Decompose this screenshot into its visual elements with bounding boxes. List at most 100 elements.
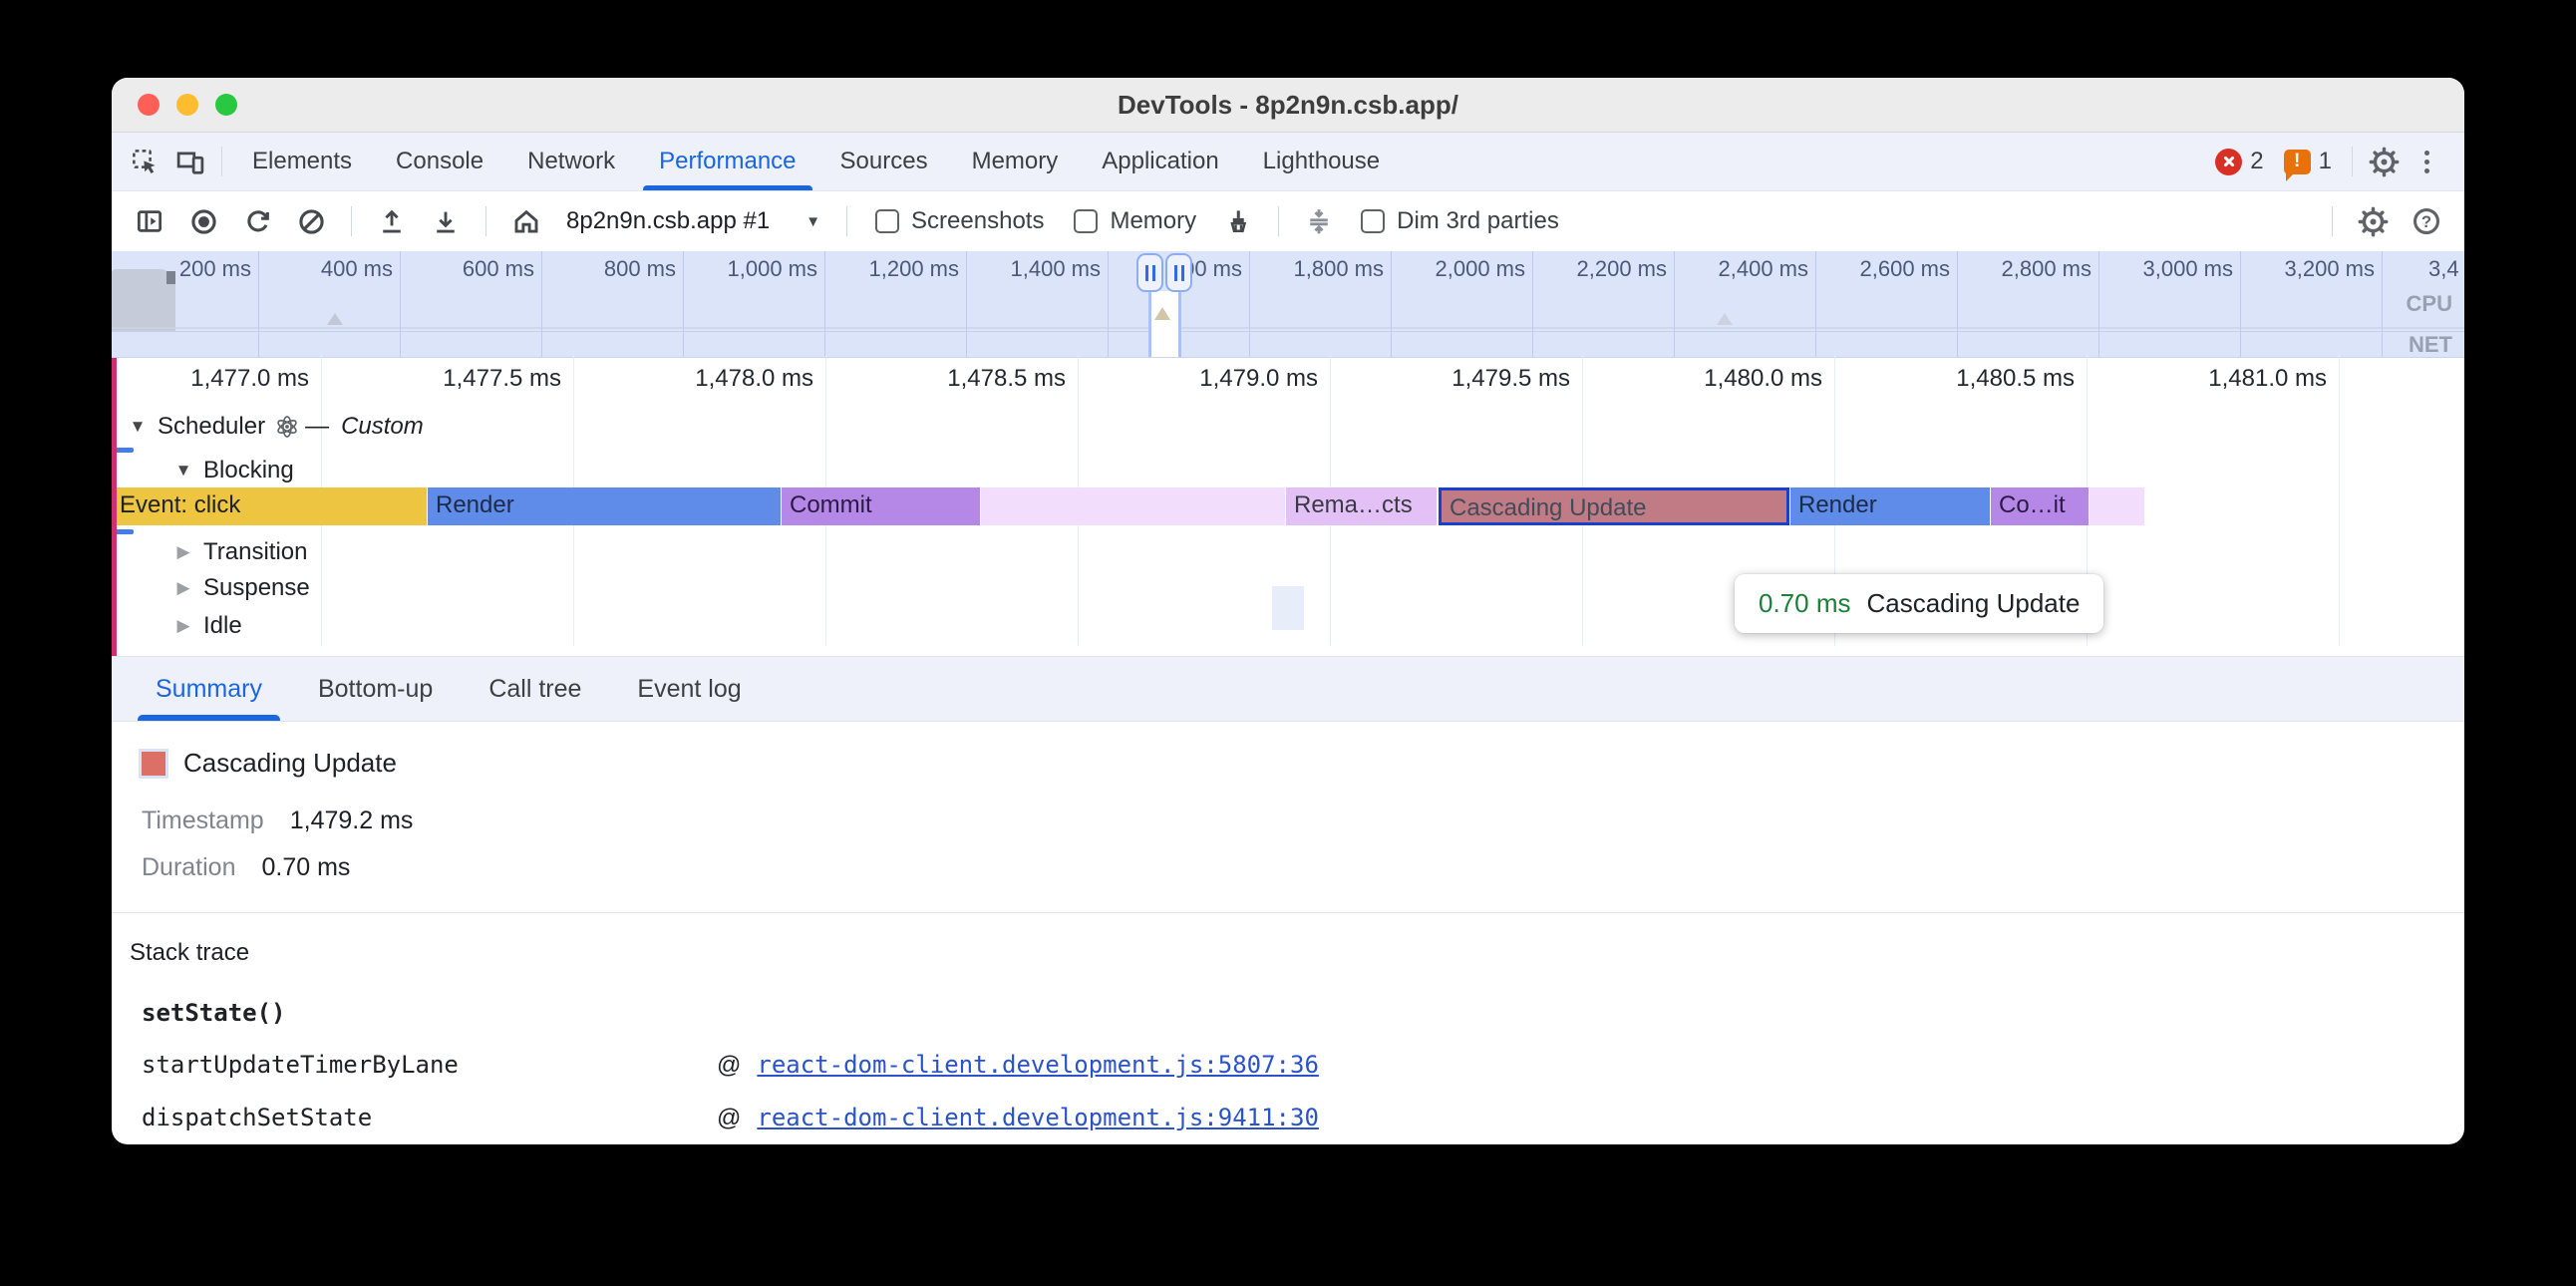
flame-chart[interactable]: ▼ Scheduler — Custom ▼Blocking▶Transitio… <box>112 402 2464 656</box>
frame-source-link[interactable]: react-dom-client.development.js:9411:30 <box>757 1104 1319 1131</box>
memory-label: Memory <box>1110 207 1196 235</box>
custom-track-label: Custom <box>341 413 424 441</box>
tooltip-name: Cascading Update <box>1867 588 2081 619</box>
download-profile-icon[interactable] <box>424 199 468 243</box>
record-icon[interactable] <box>181 199 225 243</box>
flame-bar-untitled[interactable] <box>2090 487 2144 525</box>
clear-icon[interactable] <box>289 199 333 243</box>
detail-ruler: 1,477.0 ms1,477.5 ms1,478.0 ms1,478.5 ms… <box>112 358 2464 402</box>
stack-frame-dispatchsetstate: dispatchSetState@react-dom-client.develo… <box>142 1104 2434 1132</box>
status-badges: 2 ! 1 <box>2215 148 2344 175</box>
track-accent-line <box>112 358 117 656</box>
info-row-timestamp: Timestamp1,479.2 ms <box>142 806 2434 835</box>
info-row-duration: Duration 0.70 ms <box>142 853 2434 882</box>
flame-bar-co-it[interactable]: Co…it <box>1991 487 2089 525</box>
details-tab-bottom-up[interactable]: Bottom-up <box>298 657 453 721</box>
tab-lighthouse[interactable]: Lighthouse <box>1241 133 1402 190</box>
separator-dash: — <box>305 413 329 441</box>
details-tab-call-tree[interactable]: Call tree <box>469 657 601 721</box>
collapse-triangle-icon: ▼ <box>163 461 203 481</box>
frame-function: startUpdateTimerByLane <box>142 1051 717 1079</box>
track-group-blocking[interactable]: ▼Blocking <box>163 454 294 487</box>
history-select[interactable]: 8p2n9n.csb.app #1 ▼ <box>566 207 820 235</box>
maximize-window-button[interactable] <box>215 94 237 116</box>
upload-profile-icon[interactable] <box>370 199 414 243</box>
device-toolbar-icon[interactable] <box>167 139 213 184</box>
track-group-transition[interactable]: ▶Transition <box>163 535 307 569</box>
issue-count: 1 <box>2319 148 2332 175</box>
garbage-collect-brush-icon[interactable] <box>1216 199 1260 243</box>
divider <box>485 206 486 236</box>
close-window-button[interactable] <box>138 94 160 116</box>
track-group-suspense[interactable]: ▶Suspense <box>163 571 310 605</box>
more-options-icon[interactable] <box>2407 142 2446 181</box>
flame-bar-render[interactable]: Render <box>428 487 781 525</box>
panel-tabs: ElementsConsoleNetworkPerformanceSources… <box>230 133 1402 190</box>
screenshots-checkbox[interactable]: Screenshots <box>875 207 1044 235</box>
info-value: 0.70 ms <box>262 853 351 882</box>
checkbox-box <box>1361 209 1385 233</box>
dim-3rd-parties-checkbox[interactable]: Dim 3rd parties <box>1361 207 1559 235</box>
tabbar-spacer <box>1402 133 2215 190</box>
traffic-lights <box>138 78 237 132</box>
screenshots-label: Screenshots <box>911 207 1044 235</box>
track-scheduler-header[interactable]: ▼ Scheduler — Custom <box>118 410 424 444</box>
tab-network[interactable]: Network <box>505 133 637 190</box>
tab-console[interactable]: Console <box>374 133 505 190</box>
memory-checkbox[interactable]: Memory <box>1074 207 1196 235</box>
track-group-label: Suspense <box>203 574 310 602</box>
details-tab-bar: SummaryBottom-upCall treeEvent log <box>112 656 2464 722</box>
faint-highlight-rect <box>1272 586 1304 630</box>
history-select-value: 8p2n9n.csb.app #1 <box>566 207 770 235</box>
timeline-overview[interactable]: 200 ms400 ms600 ms800 ms1,000 ms1,200 ms… <box>112 251 2464 358</box>
details-tab-summary[interactable]: Summary <box>136 657 282 721</box>
capture-settings-gear-icon[interactable] <box>2351 199 2395 243</box>
overview-tick: 1,400 ms <box>967 251 1109 357</box>
details-tab-event-log[interactable]: Event log <box>617 657 761 721</box>
divider <box>2332 206 2333 236</box>
info-label: Duration <box>142 853 236 882</box>
collapse-triangle-icon: ▼ <box>118 417 158 437</box>
flame-bar-event-click[interactable]: Event: click <box>112 487 427 525</box>
tab-application[interactable]: Application <box>1080 133 1240 190</box>
help-icon[interactable]: ? <box>2405 199 2448 243</box>
overview-tick: 2,200 ms <box>1533 251 1675 357</box>
selection-marker-triangle <box>1154 307 1170 320</box>
settings-gear-icon[interactable] <box>2361 139 2407 184</box>
chevron-down-icon: ▼ <box>805 213 820 230</box>
track-group-idle[interactable]: ▶Idle <box>163 609 242 643</box>
flame-bar-untitled[interactable] <box>981 487 1285 525</box>
dim-3rd-parties-label: Dim 3rd parties <box>1397 207 1559 235</box>
home-icon[interactable] <box>504 199 548 243</box>
stack-frames: startUpdateTimerByLane@react-dom-client.… <box>142 1051 2434 1144</box>
track-group-label: Blocking <box>203 457 294 484</box>
reload-record-icon[interactable] <box>235 199 279 243</box>
overview-tick: 3,200 ms <box>2241 251 2383 357</box>
tab-elements[interactable]: Elements <box>230 133 374 190</box>
net-label: NET <box>2409 332 2452 358</box>
minimize-window-button[interactable] <box>176 94 198 116</box>
tab-performance[interactable]: Performance <box>637 133 817 190</box>
divider <box>221 147 222 176</box>
selection-window[interactable] <box>1148 291 1181 357</box>
error-count: 2 <box>2250 148 2263 175</box>
overview-tick: 2,800 ms <box>1958 251 2099 357</box>
frame-source-link[interactable]: react-dom-client.development.js:5807:36 <box>757 1051 1319 1079</box>
ruler-tick-label: 1,479.5 ms <box>1451 365 1570 393</box>
overview-tick: 2,400 ms <box>1675 251 1816 357</box>
inspect-element-icon[interactable] <box>122 139 167 184</box>
tab-memory[interactable]: Memory <box>950 133 1081 190</box>
error-badge-icon[interactable] <box>2215 149 2242 175</box>
toggle-sidebar-icon[interactable] <box>128 199 171 243</box>
collapse-tracks-icon[interactable] <box>1297 199 1341 243</box>
flame-bar-cascading-update[interactable]: Cascading Update <box>1439 487 1789 525</box>
flame-bar-rema-cts[interactable]: Rema…cts <box>1286 487 1437 525</box>
overview-tick: 800 ms <box>542 251 684 357</box>
selection-right-handle[interactable] <box>1165 253 1192 292</box>
tab-sources[interactable]: Sources <box>818 133 950 190</box>
frame-function: dispatchSetState <box>142 1104 717 1131</box>
issues-badge-icon[interactable]: ! <box>2284 150 2311 174</box>
flame-bar-render[interactable]: Render <box>1790 487 1990 525</box>
flame-bar-commit[interactable]: Commit <box>782 487 980 525</box>
selection-left-handle[interactable] <box>1136 253 1163 292</box>
